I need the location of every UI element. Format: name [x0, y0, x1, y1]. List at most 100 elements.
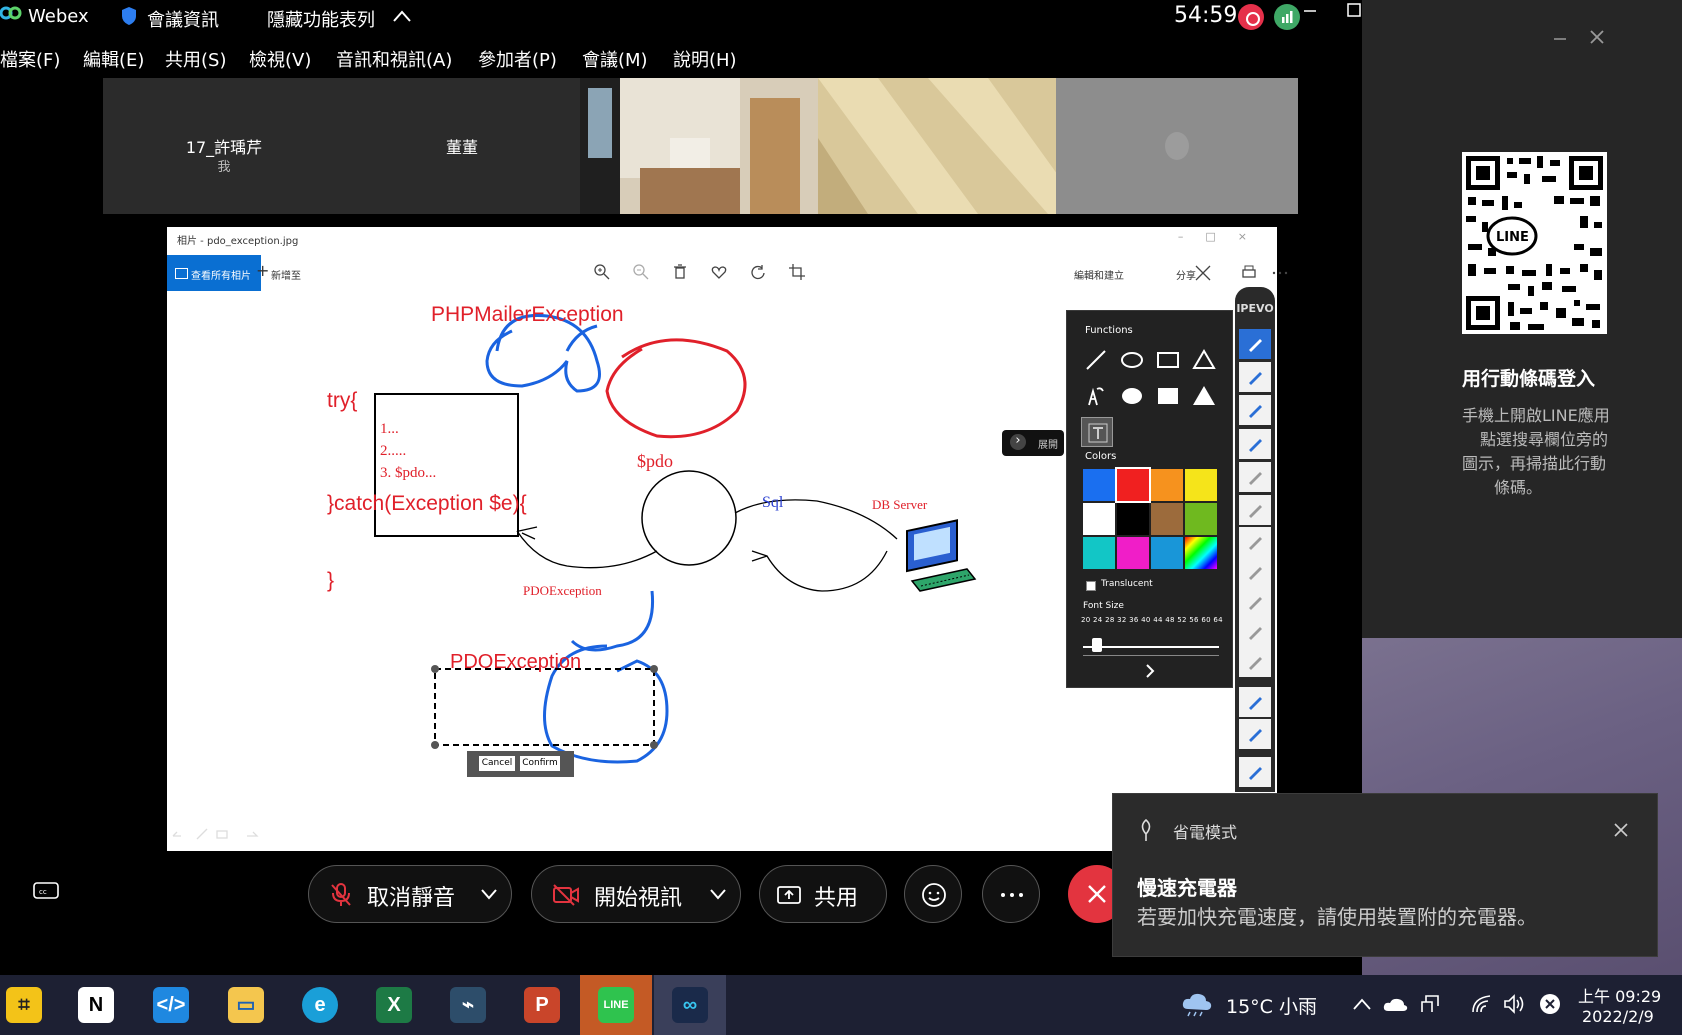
taskbar-app-mysql[interactable]: ⌁ — [432, 975, 504, 1035]
color-swatch[interactable] — [1117, 503, 1149, 535]
redo-icon[interactable] — [1239, 617, 1271, 647]
color-swatch[interactable] — [1115, 467, 1151, 503]
toolbox-icon[interactable] — [1239, 557, 1271, 587]
chevron-right-icon[interactable] — [1142, 663, 1158, 679]
zoom-out-icon[interactable] — [632, 263, 650, 281]
translucent-checkbox[interactable] — [1086, 581, 1096, 591]
taskbar-app-webex[interactable]: ∞ — [654, 975, 726, 1035]
brush-icon[interactable] — [1239, 362, 1271, 392]
pointer-icon[interactable] — [1239, 527, 1271, 557]
zoom-in-icon[interactable] — [593, 263, 611, 281]
participant-video-gray[interactable] — [1056, 78, 1298, 214]
minimize-icon[interactable] — [1288, 0, 1332, 24]
menu-item[interactable]: 音訊和視訊(A) — [336, 46, 452, 72]
color-swatch[interactable] — [1151, 503, 1183, 535]
color-swatch[interactable] — [1151, 469, 1183, 501]
text-icon[interactable] — [1239, 429, 1271, 459]
shape-recognition-icon[interactable] — [1083, 383, 1109, 409]
capture-icon[interactable] — [1239, 687, 1271, 717]
triangle-tool-icon[interactable] — [1191, 347, 1217, 373]
battery-saver-icon[interactable] — [1538, 992, 1562, 1016]
close-icon[interactable] — [1588, 28, 1606, 46]
chevron-down-icon[interactable] — [710, 888, 726, 900]
participant-tile[interactable]: 董董 — [341, 78, 583, 214]
color-swatch[interactable] — [1185, 537, 1217, 569]
filled-rectangle-tool-icon[interactable] — [1155, 383, 1181, 409]
menu-item[interactable]: 說明(H) — [673, 46, 737, 72]
minimize-icon[interactable] — [1552, 30, 1568, 46]
font-size-slider-handle[interactable] — [1092, 638, 1102, 652]
highlighter-icon[interactable] — [1239, 395, 1271, 425]
chevron-up-icon[interactable] — [393, 10, 411, 22]
close-icon[interactable] — [1613, 822, 1629, 838]
recording-icon[interactable] — [1238, 4, 1264, 30]
shield-icon[interactable] — [120, 6, 138, 26]
clock-time[interactable]: 上午 09:29 — [1578, 983, 1661, 1007]
photos-window-controls[interactable]: –□× — [1178, 230, 1269, 243]
taskbar-app-line[interactable]: LINE — [580, 975, 652, 1035]
color-swatch[interactable] — [1185, 503, 1217, 535]
expand-button[interactable]: 展開 — [1002, 430, 1064, 456]
share-button[interactable]: 分享 — [1176, 267, 1196, 282]
weather-text[interactable]: 15°C 小雨 — [1226, 992, 1317, 1019]
whiteboard-icon[interactable] — [1239, 719, 1271, 749]
more-options-button[interactable] — [982, 865, 1040, 923]
wifi-icon[interactable] — [1470, 992, 1494, 1016]
taskbar-app-file-explorer[interactable]: ▭ — [210, 975, 282, 1035]
view-all-photos-button[interactable]: 查看所有相片 — [167, 255, 261, 291]
edit-create-button[interactable]: 編輯和建立 — [1074, 267, 1124, 282]
stamp-icon[interactable] — [1239, 462, 1271, 492]
crop-icon[interactable] — [788, 263, 806, 281]
taskbar-app-notion[interactable]: N — [60, 975, 132, 1035]
volume-icon[interactable] — [1502, 992, 1526, 1016]
eraser-icon[interactable] — [1239, 495, 1271, 525]
reactions-button[interactable] — [904, 865, 962, 923]
menu-item[interactable]: 編輯(E) — [83, 46, 144, 72]
font-size-slider[interactable] — [1083, 646, 1219, 648]
filled-triangle-tool-icon[interactable] — [1191, 383, 1217, 409]
taskbar-app-excel[interactable]: X — [358, 975, 430, 1035]
confirm-button[interactable]: Confirm — [520, 756, 560, 771]
color-swatch[interactable] — [1083, 537, 1115, 569]
color-swatch[interactable] — [1185, 469, 1217, 501]
color-swatch[interactable] — [1083, 503, 1115, 535]
line-tool-icon[interactable] — [1083, 347, 1109, 373]
taskbar-app-vscode[interactable]: </> — [135, 975, 207, 1035]
taskbar-app-powerpoint[interactable]: P — [506, 975, 578, 1035]
battery-saver-notification[interactable]: 省電模式 慢速充電器 若要加快充電速度，請使用裝置附的充電器。 — [1112, 793, 1658, 957]
ellipse-tool-icon[interactable] — [1119, 347, 1145, 373]
pen-icon[interactable] — [1239, 329, 1271, 359]
favorite-icon[interactable] — [710, 263, 728, 281]
undo-icon[interactable] — [1239, 587, 1271, 617]
menu-item[interactable]: 會議(M) — [582, 46, 648, 72]
weather-rain-icon[interactable] — [1180, 991, 1214, 1017]
meeting-info-button[interactable]: 會議資訊 — [147, 6, 219, 32]
color-swatch[interactable] — [1117, 537, 1149, 569]
more-icon[interactable] — [1271, 264, 1289, 282]
hide-menu-bar-button[interactable]: 隱藏功能表列 — [267, 6, 375, 32]
text-tool-button[interactable] — [1081, 417, 1113, 447]
trash-icon[interactable] — [1239, 647, 1271, 677]
network-icon[interactable] — [1418, 992, 1442, 1016]
delete-icon[interactable] — [671, 263, 689, 281]
menu-item[interactable]: 檢視(V) — [249, 46, 311, 72]
participant-tile-self[interactable]: 17_許瑀芹 我 — [103, 78, 345, 214]
text-pdoexception-big[interactable]: PDOException — [450, 651, 581, 674]
camera-icon[interactable] — [1239, 757, 1271, 787]
closed-captions-icon[interactable]: cc — [33, 882, 59, 902]
color-swatch[interactable] — [1151, 537, 1183, 569]
onedrive-icon[interactable] — [1382, 995, 1408, 1013]
rectangle-tool-icon[interactable] — [1155, 347, 1181, 373]
participant-video-room[interactable] — [580, 78, 822, 214]
cancel-button[interactable]: Cancel — [479, 756, 515, 771]
start-video-button[interactable]: 開始視訊 — [531, 865, 741, 923]
chevron-down-icon[interactable] — [481, 888, 497, 900]
rotate-icon[interactable] — [749, 263, 767, 281]
print-icon[interactable] — [1240, 264, 1258, 282]
add-to-button[interactable]: 新增至 — [256, 261, 301, 282]
unmute-button[interactable]: 取消靜音 — [308, 865, 512, 923]
share-content-button[interactable]: 共用 — [759, 865, 887, 923]
participant-video-blurred[interactable] — [818, 78, 1060, 214]
filled-ellipse-tool-icon[interactable] — [1119, 383, 1145, 409]
edit-create-icon[interactable] — [1194, 264, 1212, 282]
